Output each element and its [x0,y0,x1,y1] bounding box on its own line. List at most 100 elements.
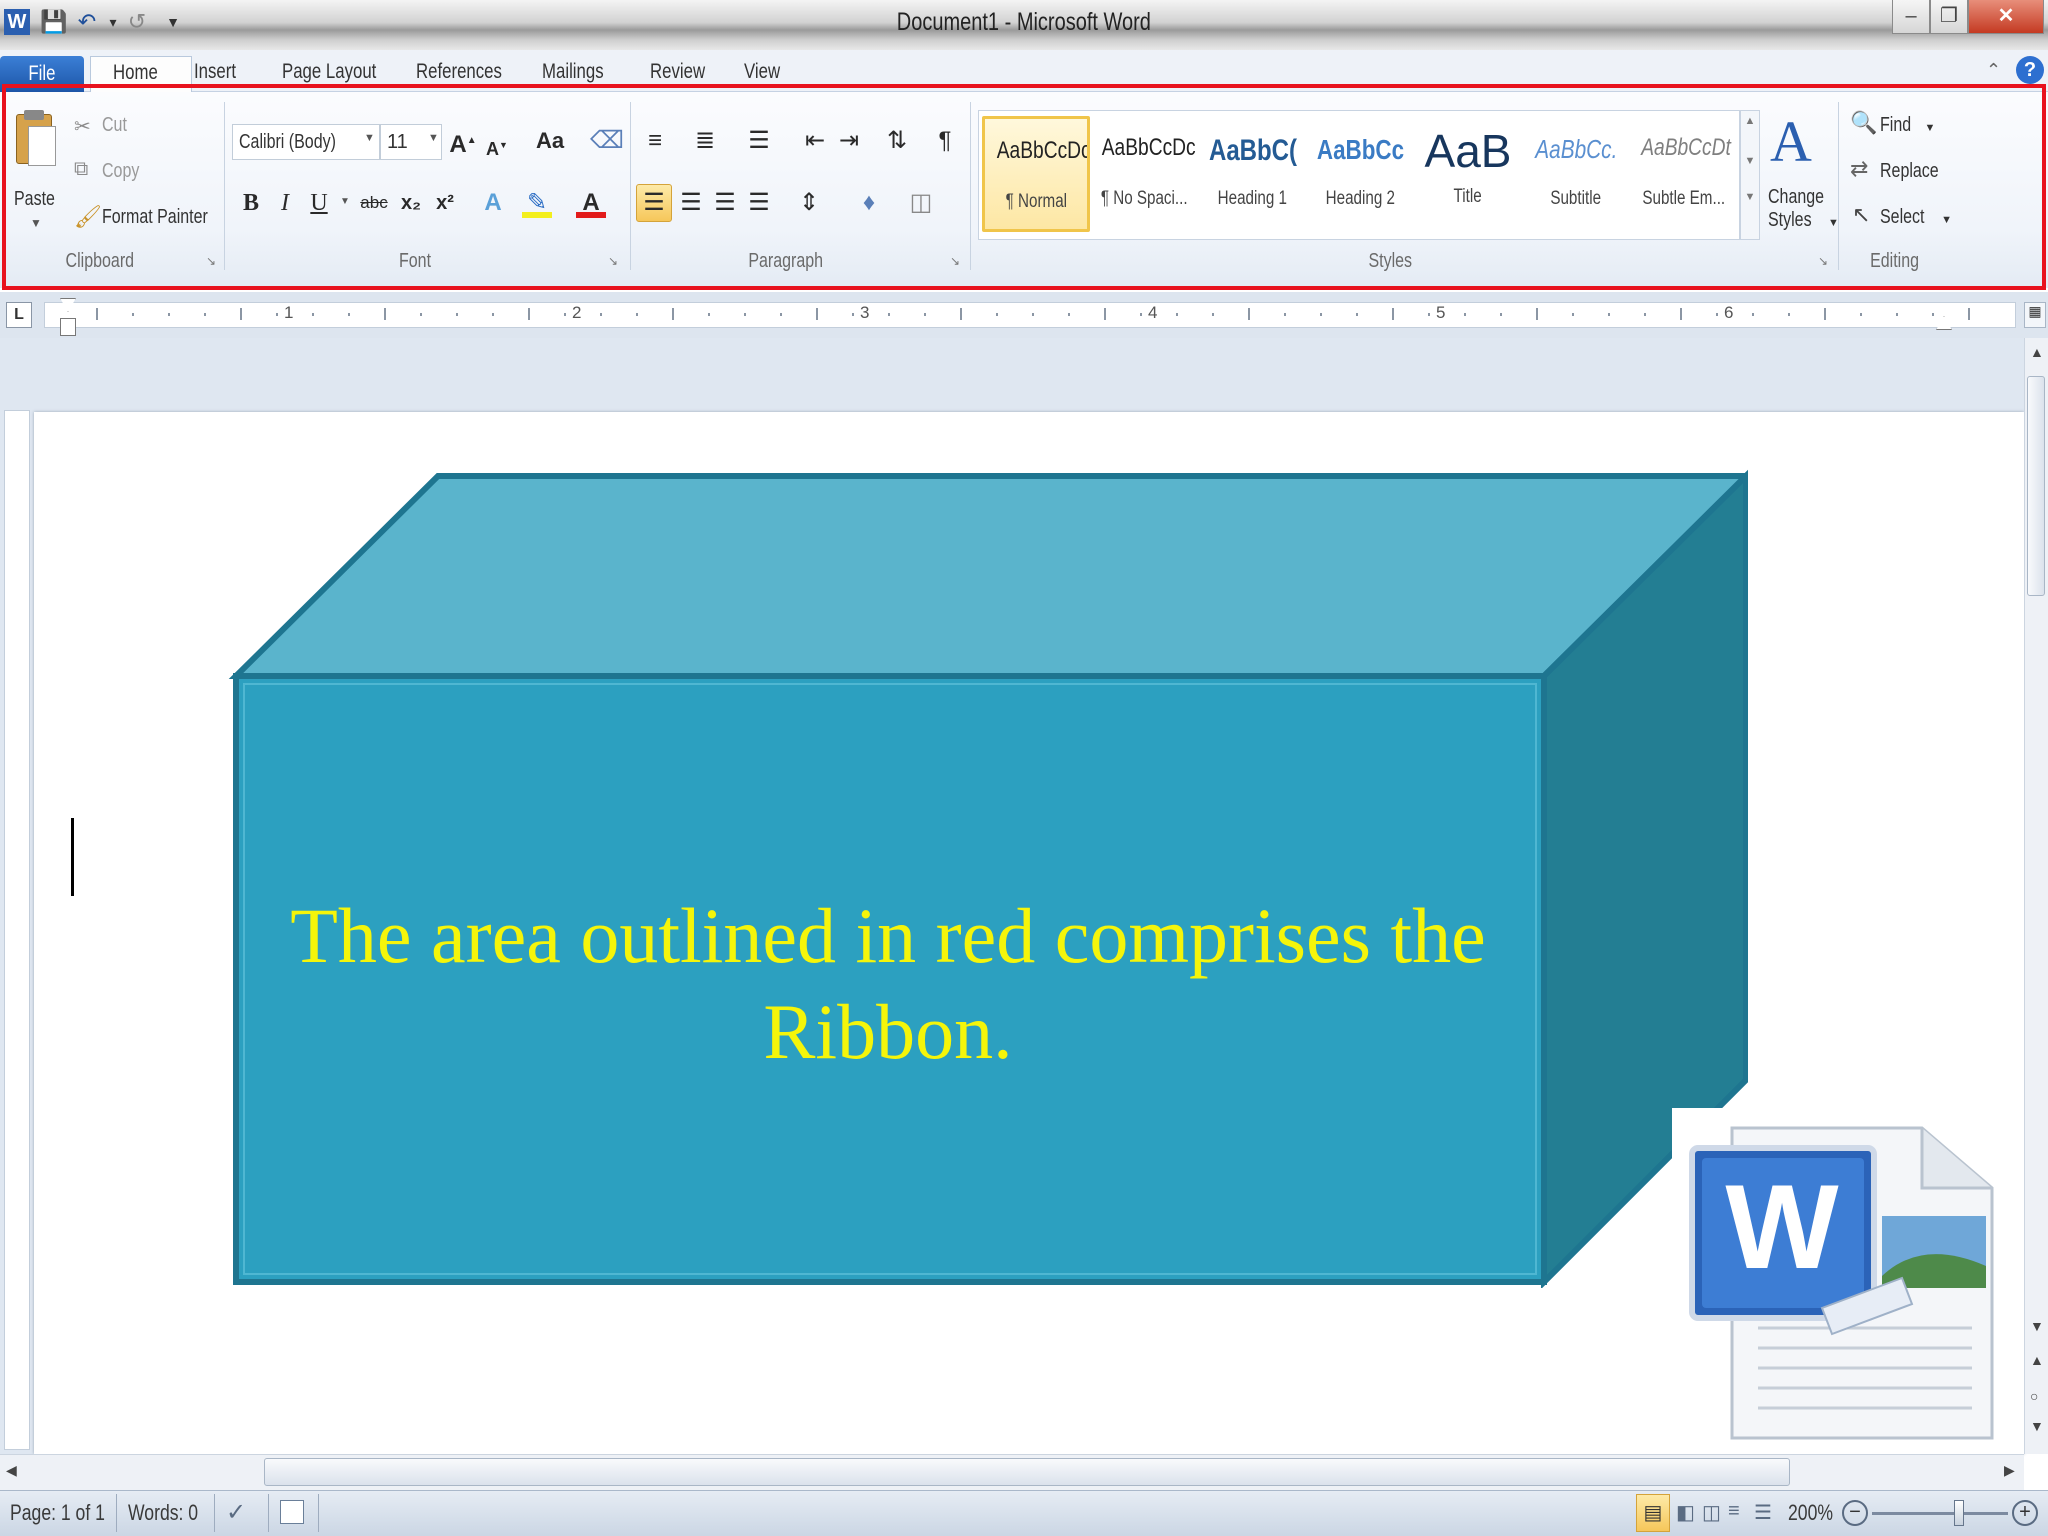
proofing-icon[interactable]: ✓ [226,1498,246,1527]
minimize-button[interactable]: – [1892,0,1930,34]
ruler-tick [1752,313,1754,316]
status-separator [318,1494,319,1532]
ruler-tick [240,308,242,320]
ruler-number: 5 [1436,303,1446,322]
ruler-tick [1572,313,1574,316]
ruler-tick [1356,313,1358,316]
word-document-logo: W [1672,1108,2002,1448]
ruler-tick [1824,308,1826,320]
ruler-tick [456,313,458,316]
vertical-ruler [4,410,30,1450]
scroll-left-icon[interactable]: ◀ [6,1462,17,1479]
restore-button[interactable]: ❐ [1930,0,1968,34]
callout-text-line-1: The area outlined in red comprises the [290,892,1486,979]
left-indent-marker[interactable] [60,318,76,336]
ruler-number: 6 [1724,303,1734,322]
previous-page-icon[interactable]: ▲ [2030,1352,2044,1368]
scroll-up-icon[interactable]: ▲ [2030,344,2044,360]
callout-text-line-2: Ribbon. [763,988,1013,1075]
zoom-level[interactable]: 200% [1788,1500,1844,1526]
ruler-tick [1932,313,1934,316]
ruler-tick [1968,308,1970,320]
ruler-tick [1140,313,1142,316]
ruler-tick [1680,308,1682,320]
ruler-tick [960,308,962,320]
print-layout-view-button[interactable]: ▤ [1636,1494,1670,1532]
word-count[interactable]: Words: 0 [128,1500,216,1526]
page-count[interactable]: Page: 1 of 1 [10,1500,129,1526]
status-separator [116,1494,117,1532]
ruler-tick [276,313,278,316]
scroll-right-icon[interactable]: ▶ [2004,1462,2015,1479]
ruler-tick [1248,308,1250,320]
ruler-tick [1536,308,1538,320]
ruler-tick [1896,313,1898,316]
ruler-tick [708,313,710,316]
ruler-tick [1500,313,1502,316]
ruler-tick [1176,313,1178,316]
ruler-number: 3 [860,303,870,322]
outline-view-icon[interactable]: ≡ [1728,1500,1740,1523]
ruler-tick [528,308,530,320]
tab-insert[interactable]: Insert [194,60,247,84]
ruler-tick [1428,313,1430,316]
help-icon[interactable]: ? [2016,56,2044,84]
tab-references[interactable]: References [416,60,523,84]
callout-text: The area outlined in red comprises the R… [236,888,1540,1080]
ruler-number: 2 [572,303,582,322]
tab-review[interactable]: Review [650,60,719,84]
status-bar [0,1490,2048,1536]
ruler-tick [384,308,386,320]
ruler-tick [888,313,890,316]
close-button[interactable]: ✕ [1968,0,2044,34]
vertical-scroll-thumb[interactable] [2027,376,2045,596]
view-ruler-icon[interactable]: ▦ [2024,302,2046,328]
window-title: Document1 - Microsoft Word [896,8,1152,36]
ruler-tick [1104,308,1106,320]
svg-text:W: W [1725,1160,1839,1294]
callout-box [228,469,1748,1288]
ruler-tick [168,313,170,316]
title-bar: W 💾 ↶ ▾ ↺ ▼ Document1 - Microsoft Word –… [0,0,2048,50]
ribbon-highlight-outline [2,84,2046,290]
ruler-tick [1644,313,1646,316]
ruler-tick [1284,313,1286,316]
ruler-tick [1320,313,1322,316]
ruler-tick [996,313,998,316]
tab-mailings[interactable]: Mailings [542,60,619,84]
zoom-out-button[interactable]: − [1842,1500,1868,1526]
full-screen-reading-icon[interactable]: ◧ [1676,1500,1695,1525]
web-layout-icon[interactable]: ◫ [1702,1500,1721,1525]
ruler-tick [132,313,134,316]
scroll-down-icon[interactable]: ▼ [2030,1318,2044,1334]
ruler-tick [816,308,818,320]
zoom-in-button[interactable]: + [2012,1500,2038,1526]
ruler-tick [1392,308,1394,320]
macro-recording-icon[interactable] [280,1500,304,1524]
ruler-tick [348,313,350,316]
ruler-tick [96,308,98,320]
horizontal-scroll-thumb[interactable] [264,1458,1790,1486]
ruler-tick [672,308,674,320]
ruler-number: 4 [1148,303,1158,322]
zoom-slider-thumb[interactable] [1954,1500,1964,1526]
ruler-tick [924,313,926,316]
ruler-tick [600,313,602,316]
zoom-slider-track[interactable] [1872,1512,2008,1515]
text-cursor [71,818,74,896]
callout-top-face [228,473,1748,679]
tab-selector-button[interactable]: L [6,302,32,328]
tab-view[interactable]: View [744,60,789,84]
ruler-tick [312,313,314,316]
draft-view-icon[interactable]: ☰ [1754,1500,1772,1525]
select-browse-object-icon[interactable]: ○ [2030,1388,2038,1404]
minimize-ribbon-icon[interactable]: ⌃ [1986,60,2001,81]
tab-page-layout[interactable]: Page Layout [282,60,400,84]
status-separator [268,1494,269,1532]
ruler-tick [1860,313,1862,316]
horizontal-ruler[interactable] [44,302,2016,328]
ruler-tick [204,313,206,316]
ruler-tick [1788,313,1790,316]
next-page-icon[interactable]: ▼ [2030,1418,2044,1434]
ruler-tick [492,313,494,316]
